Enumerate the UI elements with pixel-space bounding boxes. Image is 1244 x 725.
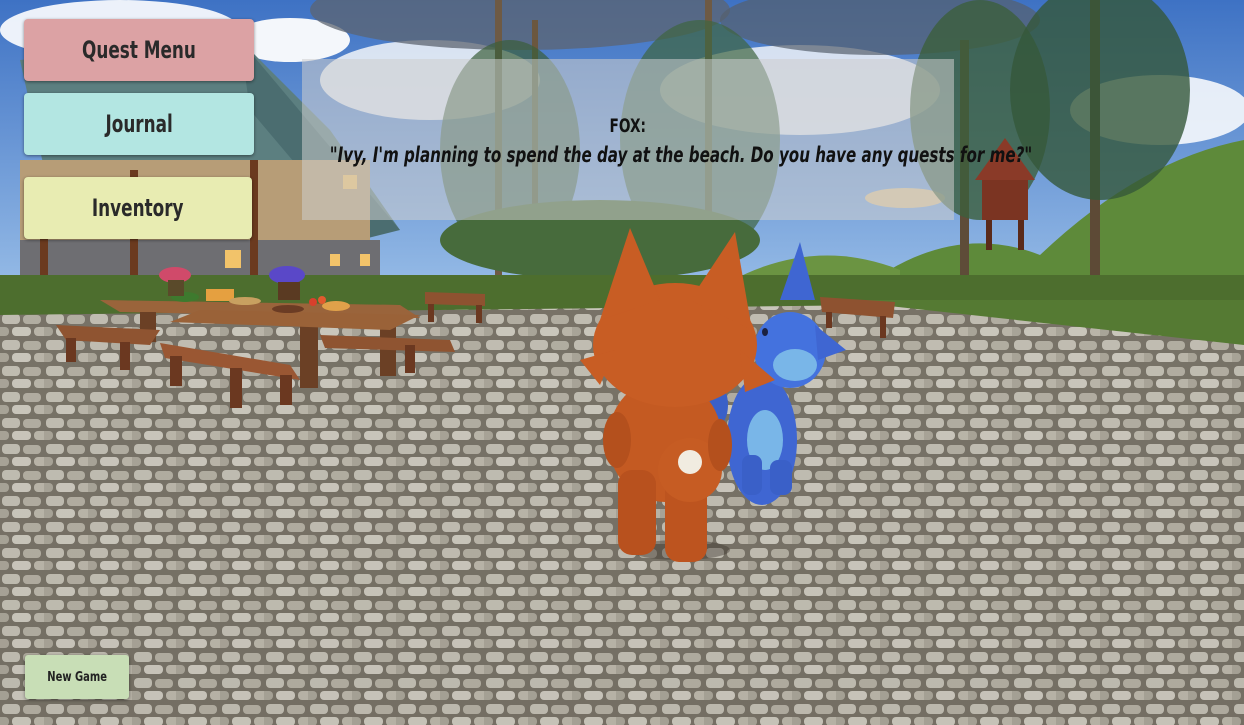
journal-button[interactable]: Journal <box>24 93 254 155</box>
quest-menu-button[interactable]: Quest Menu <box>24 19 254 81</box>
dialogue-text: "Ivy, I'm planning to spend the day at t… <box>329 143 1033 167</box>
speaker-name: FOX: <box>609 115 647 137</box>
inventory-button[interactable]: Inventory <box>24 177 252 239</box>
journal-label: Journal <box>105 110 173 138</box>
quest-menu-label: Quest Menu <box>82 36 196 64</box>
inventory-label: Inventory <box>92 194 184 222</box>
new-game-label: New Game <box>47 669 107 685</box>
dialogue-box: FOX: "Ivy, I'm planning to spend the day… <box>302 59 1032 220</box>
dialogue-line: "Ivy, I'm planning to spend the day at t… <box>242 143 1032 167</box>
dialogue-speaker: FOX: <box>302 115 954 137</box>
new-game-button[interactable]: New Game <box>25 655 129 699</box>
